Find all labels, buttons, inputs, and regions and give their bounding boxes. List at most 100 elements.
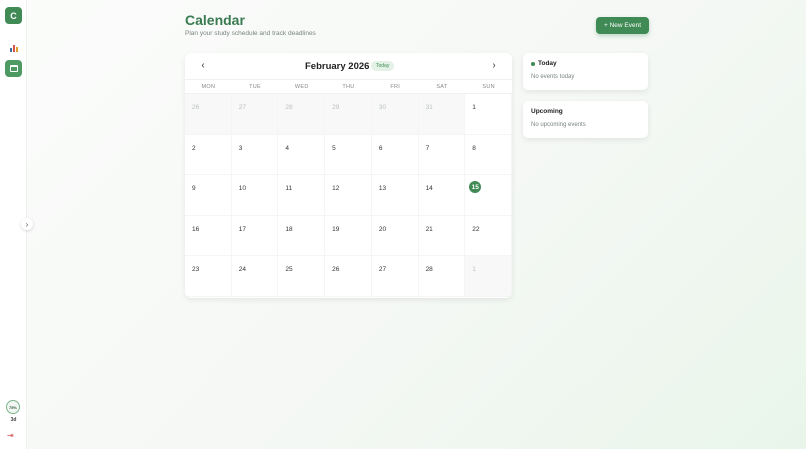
- weekday-header: MON TUE WED THU FRI SAT SUN: [185, 80, 512, 94]
- day-number: 6: [378, 144, 383, 152]
- day-cell[interactable]: 12: [325, 175, 372, 216]
- day-cell[interactable]: 24: [231, 256, 279, 297]
- sidebar-item-calendar[interactable]: [5, 60, 22, 77]
- day-cell[interactable]: 7: [418, 134, 466, 175]
- day-cell[interactable]: 23: [185, 256, 232, 297]
- page-subtitle: Plan your study schedule and track deadl…: [185, 30, 316, 37]
- day-cell[interactable]: 27: [231, 94, 279, 135]
- day-number: 28: [425, 266, 433, 273]
- day-cell[interactable]: 4: [278, 134, 326, 175]
- weekday-label: TUE: [249, 84, 262, 90]
- prev-month-button[interactable]: ‹: [197, 60, 209, 71]
- upcoming-card-label: Upcoming: [531, 108, 563, 115]
- day-cell[interactable]: 16: [185, 215, 232, 256]
- day-number: 5: [332, 144, 336, 152]
- day-number: 28: [285, 104, 293, 111]
- day-number: 2: [192, 144, 196, 152]
- new-event-button[interactable]: + New Event: [596, 17, 649, 34]
- day-cell[interactable]: 1: [465, 256, 512, 297]
- day-cell[interactable]: 31: [418, 94, 466, 135]
- day-number: 16: [192, 225, 200, 233]
- today-button[interactable]: Today: [371, 61, 395, 71]
- day-number: 3: [238, 144, 243, 152]
- day-cell[interactable]: 13: [371, 175, 419, 216]
- day-number: 23: [192, 266, 200, 273]
- weekday-label: WED: [294, 84, 309, 90]
- day-number: 17: [238, 225, 246, 233]
- upcoming-card: Upcoming No upcoming events: [523, 101, 648, 138]
- chevron-left-icon: ‹: [201, 60, 205, 71]
- day-number: 25: [285, 266, 293, 273]
- day-number: 4: [285, 144, 290, 152]
- day-cell[interactable]: 25: [278, 256, 326, 297]
- day-number: 19: [332, 225, 340, 233]
- day-cell[interactable]: 30: [371, 94, 419, 135]
- logout-icon[interactable]: ⇥: [7, 431, 14, 440]
- page-title: Calendar: [185, 12, 245, 28]
- today-card-label: Today: [538, 60, 557, 67]
- sidebar-item-analytics[interactable]: [5, 40, 22, 57]
- day-cell-today[interactable]: 15: [465, 175, 512, 216]
- day-cell[interactable]: 9: [185, 175, 232, 216]
- user-label: 3d: [10, 417, 17, 423]
- day-number: 1: [472, 104, 476, 111]
- day-number: 7: [425, 144, 430, 152]
- collapse-sidebar-button[interactable]: ›: [21, 218, 33, 230]
- day-number: 20: [378, 225, 387, 233]
- day-cell[interactable]: 14: [418, 175, 466, 216]
- month-label: February 2026: [305, 61, 370, 72]
- day-cell[interactable]: 5: [325, 134, 372, 175]
- status-dot-icon: [531, 61, 535, 66]
- today-empty-text: No events today: [531, 74, 575, 80]
- day-number: 31: [425, 104, 433, 111]
- day-cell[interactable]: 10: [231, 175, 279, 216]
- calendar-grid: 26 27 28 29 30 31 1 2 3 4 5 6 7 8 9 10 11 12 13 14 15 16 17 18 1…: [185, 94, 512, 297]
- weekday-label: MON: [201, 84, 216, 90]
- calendar-header: ‹ February 2026 Today ›: [185, 53, 512, 80]
- chevron-right-icon: ›: [25, 219, 29, 229]
- day-cell[interactable]: 29: [325, 94, 372, 135]
- day-cell[interactable]: 19: [325, 215, 372, 256]
- today-card-title: Today: [531, 60, 557, 67]
- day-number: 26: [192, 104, 200, 111]
- day-cell[interactable]: 21: [418, 215, 466, 256]
- day-number: 21: [425, 225, 433, 233]
- today-card: Today No events today: [523, 53, 648, 90]
- weekday-label: SUN: [482, 84, 495, 90]
- day-cell[interactable]: 22: [465, 215, 512, 256]
- day-cell[interactable]: 8: [465, 134, 512, 175]
- day-cell[interactable]: 26: [325, 256, 372, 297]
- day-number: 30: [378, 104, 387, 111]
- day-number: 8: [472, 144, 476, 152]
- day-number: 27: [238, 104, 246, 111]
- next-month-button[interactable]: ›: [488, 60, 500, 71]
- day-cell[interactable]: 20: [371, 215, 419, 256]
- day-cell[interactable]: 18: [278, 215, 326, 256]
- app-logo[interactable]: C: [5, 7, 22, 24]
- day-number: 22: [472, 225, 480, 233]
- day-cell[interactable]: 2: [185, 134, 232, 175]
- day-cell[interactable]: 28: [278, 94, 326, 135]
- day-number: 24: [238, 266, 246, 273]
- day-number: 27: [378, 266, 387, 273]
- day-cell[interactable]: 28: [418, 256, 466, 297]
- day-number: 29: [332, 104, 340, 111]
- day-cell[interactable]: 27: [371, 256, 419, 297]
- calendar-icon: [9, 65, 18, 72]
- day-cell[interactable]: 1: [465, 94, 512, 135]
- day-cell[interactable]: 6: [371, 134, 419, 175]
- day-cell[interactable]: 17: [231, 215, 279, 256]
- avatar[interactable]: 75%: [6, 400, 20, 414]
- day-cell[interactable]: 11: [278, 175, 326, 216]
- day-number: 18: [285, 225, 293, 233]
- upcoming-empty-text: No upcoming events: [531, 122, 586, 128]
- day-number: 14: [425, 185, 433, 192]
- calendar-card: ‹ February 2026 Today › MON TUE WED THU FRI S…: [185, 53, 512, 298]
- day-cell[interactable]: 3: [231, 134, 279, 175]
- day-number: 11: [285, 185, 293, 192]
- weekday-label: SAT: [436, 84, 448, 90]
- chevron-right-icon: ›: [492, 60, 496, 71]
- bar-chart-icon: [9, 45, 18, 52]
- day-cell[interactable]: 26: [185, 94, 232, 135]
- weekday-label: FRI: [390, 84, 401, 90]
